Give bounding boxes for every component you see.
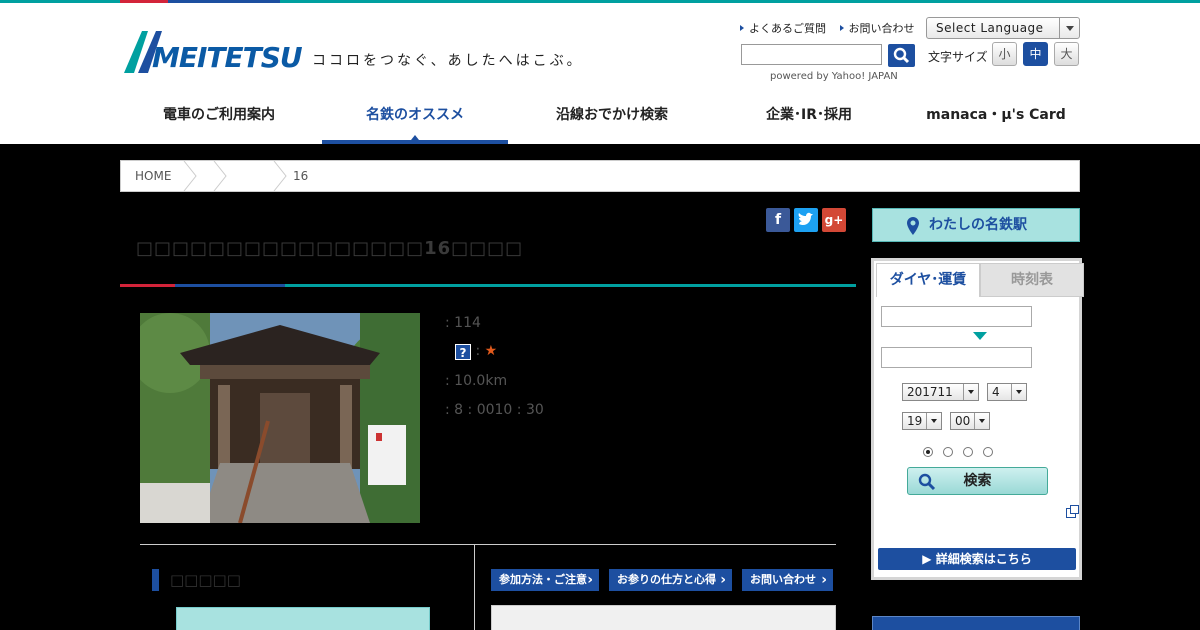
sub-heading: □□□□□ [170,571,241,589]
fontsize-medium-button[interactable]: 中 [1023,42,1048,66]
chevron-down-icon [1059,18,1079,38]
site-header: MEITETSU ココロをつなぐ、あしたへはこぶ。 よくあるご質問 お問い合わせ… [0,3,1200,144]
help-icon[interactable]: ? [455,344,471,360]
fontsize-large-button[interactable]: 大 [1054,42,1079,66]
chevron-right-icon: › [720,572,726,588]
arrow-down-icon [973,332,987,340]
temple-photo [140,313,420,523]
triangle-right-icon [740,25,744,31]
twitter-share-button[interactable] [794,208,818,232]
fontsize-small-button[interactable]: 小 [992,42,1017,66]
day-select[interactable]: 4 [987,383,1027,401]
google-plus-icon: g+ [824,213,844,227]
nav-manaca[interactable]: manaca・μ's Card [912,91,1080,144]
language-select[interactable]: Select Language [926,17,1080,39]
caret-up-icon [411,135,419,140]
breadcrumb-current: 16 [293,169,309,183]
global-nav: 電車のご利用案内 名鉄のオススメ 沿線おでかけ検索 企業･IR･採用 manac… [120,91,1080,144]
nav-recommend[interactable]: 名鉄のオススメ [322,91,508,144]
star-icon: ★ [484,343,498,359]
chevron-down-icon [974,413,989,429]
detail-search-button[interactable]: ▶ 詳細検索はこちら [878,548,1076,570]
utility-links: よくあるご質問 お問い合わせ [740,20,925,36]
search-powered-by: powered by Yahoo! JAPAN [770,71,898,82]
contact-link[interactable]: お問い合わせ [839,22,915,35]
external-window-icon[interactable] [1066,505,1079,518]
to-station-input[interactable] [881,347,1032,368]
twitter-icon [798,212,813,226]
tagline: ココロをつなぐ、あしたへはこぶ。 [312,53,584,69]
breadcrumb: HOME 16 [120,160,1080,192]
route-search-panel: ダイヤ･運賃 時刻表 201711 4 19 00 検索 ▶ 詳細検索はこちら [871,258,1084,580]
tab-timetable[interactable]: 時刻表 [980,263,1084,297]
facebook-share-button[interactable]: f [766,208,790,232]
sub-panel-header [176,607,430,630]
site-search-button[interactable] [888,44,915,67]
my-station-button[interactable]: わたしの名鉄駅 [872,208,1080,242]
tab-timetable-fare[interactable]: ダイヤ･運賃 [876,263,980,297]
from-station-input[interactable] [881,306,1032,327]
google-plus-share-button[interactable]: g+ [822,208,846,232]
nav-train-guide[interactable]: 電車のご利用案内 [120,91,318,144]
radio-option-3[interactable] [963,447,973,457]
faq-link[interactable]: よくあるご質問 [740,22,826,35]
nav-outing-search[interactable]: 沿線おでかけ検索 [518,91,706,144]
info-line-1: : 114 [445,315,481,331]
radio-option-1[interactable] [923,447,933,457]
info-hours: : 8 : 0010 : 30 [445,402,544,418]
content-divider [140,544,836,545]
chevron-down-icon [926,413,941,429]
triangle-right-icon [839,25,844,31]
chevron-right-icon: › [821,572,827,588]
info-distance: : 10.0km [445,373,508,389]
chevron-right-icon: › [587,572,593,588]
content-panel [491,605,836,630]
route-search-button[interactable]: 検索 [907,467,1048,495]
search-icon [893,47,910,64]
location-pin-icon [907,217,919,235]
info-line-2: ? : ★ [445,343,497,360]
meitetsu-logo[interactable]: MEITETSU [124,27,303,77]
search-icon [918,473,936,491]
sidebar-bottom-panel [872,616,1080,630]
radio-option-2[interactable] [943,447,953,457]
content-column-divider [474,545,475,630]
chevron-down-icon [1011,384,1026,400]
site-search-input[interactable] [741,44,882,65]
breadcrumb-separator-icon [273,161,287,191]
nav-corporate[interactable]: 企業･IR･採用 [716,91,902,144]
title-underline [120,284,856,287]
participation-button[interactable]: 参加方法・ご注意 › [491,569,599,591]
sub-heading-marker [152,569,159,591]
breadcrumb-separator-icon [183,161,197,191]
minute-select[interactable]: 00 [950,412,990,430]
logo-wordmark: MEITETSU [152,41,303,74]
radio-option-4[interactable] [983,447,993,457]
hour-select[interactable]: 19 [902,412,942,430]
facebook-icon: f [774,212,782,228]
contact-button[interactable]: お問い合わせ › [742,569,833,591]
year-month-select[interactable]: 201711 [902,383,979,401]
breadcrumb-separator-icon [213,161,227,191]
fontsize-label: 文字サイズ [928,50,988,64]
page-title: □□□□□□□□□□□□□□□□16□□□□ [136,238,524,259]
worship-guide-button[interactable]: お参りの仕方と心得 › [609,569,732,591]
chevron-down-icon [963,384,978,400]
breadcrumb-home[interactable]: HOME [135,169,171,183]
